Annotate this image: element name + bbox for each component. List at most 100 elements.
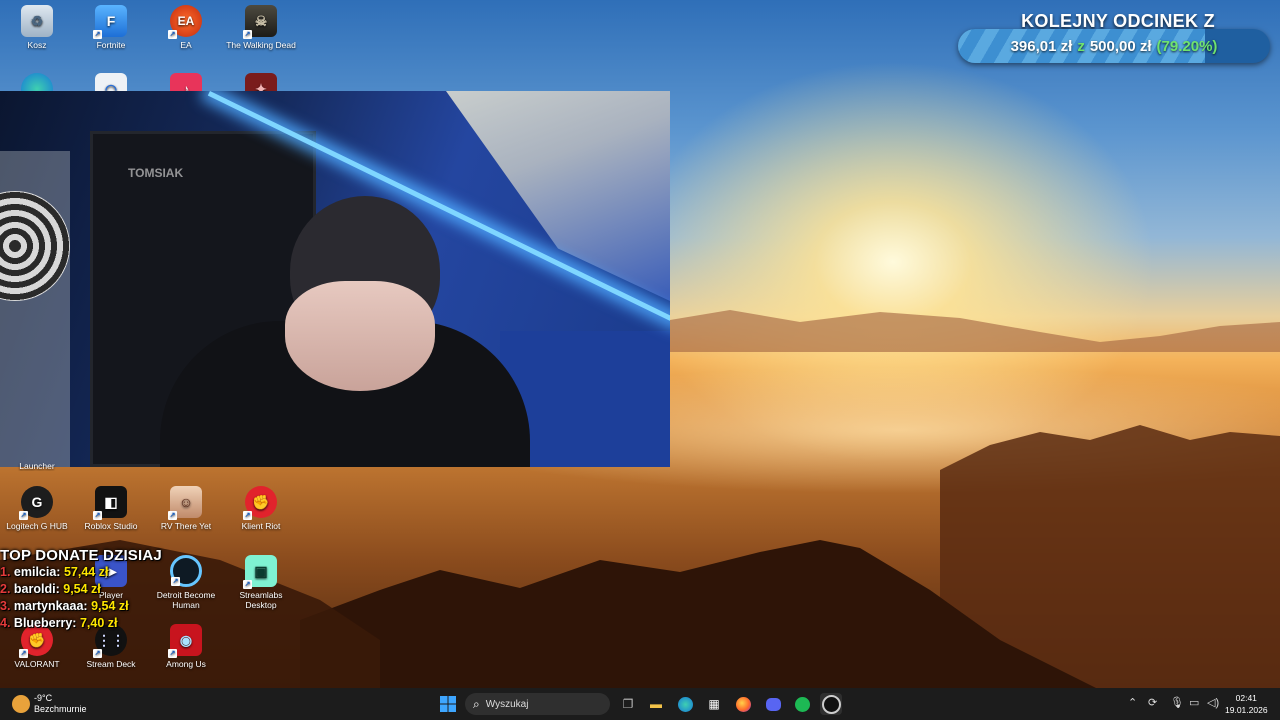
- desktop-icon-rocket-partial[interactable]: ◠: [74, 73, 148, 91]
- desktop-icon-label: Logitech G HUB: [6, 521, 68, 531]
- desktop-icon-roblox-studio[interactable]: ◧ ↗ Roblox Studio: [74, 486, 148, 531]
- desktop-icon-fortnite[interactable]: F ↗ Fortnite: [74, 5, 148, 50]
- desktop-icon-label: Fortnite: [96, 40, 126, 50]
- desktop-icon-label: Streamlabs Desktop: [239, 590, 283, 610]
- desktop-icon-ea[interactable]: EA ↗ EA: [149, 5, 223, 50]
- edge-button[interactable]: [674, 693, 696, 715]
- desktop-icon-label: Klient Riot: [241, 521, 281, 531]
- desktop-icon-label: EA: [180, 40, 192, 50]
- ea-icon: EA ↗: [168, 5, 202, 39]
- donate-rank: 4.: [0, 616, 11, 630]
- windows-start-icon: [440, 696, 456, 712]
- store-button[interactable]: ▦: [703, 693, 725, 715]
- donate-name: martynkaaa:: [13, 599, 88, 613]
- desktop-icon-tiktok-partial[interactable]: ♪: [149, 73, 223, 91]
- webcam-person-hands: [285, 281, 435, 391]
- tray-overflow-chevron-icon[interactable]: ⌃: [1128, 696, 1137, 709]
- goal-progress-bar: 396,01 zł z 500,00 zł (79.20%): [958, 29, 1270, 63]
- discord-icon: [765, 697, 781, 711]
- file-explorer-button[interactable]: ▬: [645, 693, 667, 715]
- obs-icon: [821, 694, 841, 714]
- task-view-icon: ❐: [622, 697, 634, 711]
- among-us-icon: ◉ ↗: [168, 624, 202, 658]
- desktop-icon-label: Stream Deck: [86, 659, 136, 669]
- taskbar-clock[interactable]: 02:41 19.01.2026: [1225, 692, 1268, 716]
- edge-icon: [21, 73, 53, 91]
- walking-dead-icon: ☠ ↗: [243, 5, 277, 39]
- edge-icon: [677, 696, 693, 712]
- obs-button[interactable]: [820, 693, 842, 715]
- donate-entry: 2. baroldi: 9,54 zł: [0, 581, 170, 598]
- game-icon: ✦: [245, 73, 277, 91]
- logitech-icon: G ↗: [19, 486, 53, 520]
- tray-volume-icon[interactable]: ◁): [1207, 696, 1219, 709]
- donate-entry: 3. martynkaaa: 9,54 zł: [0, 598, 170, 615]
- tray-network-icon[interactable]: ▭: [1189, 696, 1199, 709]
- desktop-icon-label: Launcher: [19, 461, 55, 471]
- webcam-overlay: TOMSIAK: [0, 91, 670, 467]
- goal-separator: z: [1077, 37, 1085, 55]
- desktop-icon-label: Among Us: [166, 659, 206, 669]
- roblox-studio-icon: ◧ ↗: [93, 486, 127, 520]
- donate-rank: 3.: [0, 599, 11, 613]
- donate-amount: 7,40 zł: [79, 616, 118, 630]
- spotify-icon: [794, 696, 810, 712]
- desktop-icon-label: VALORANT: [14, 659, 60, 669]
- tray-microphone-icon[interactable]: 🎙: [1170, 696, 1184, 709]
- taskbar: -9°C Bezchmurnie ⌕ Wyszukaj ❐ ▬ ▦ ⌃ ⟳ 🎙 …: [0, 688, 1280, 720]
- weather-temperature: -9°C: [34, 693, 53, 703]
- donate-amount: 57,44 zł: [63, 565, 109, 579]
- desktop-icon-riot-client[interactable]: ✊ ↗ Klient Riot: [224, 486, 298, 531]
- desktop-icon-game-partial[interactable]: ✦: [224, 73, 298, 91]
- search-placeholder: Wyszukaj: [485, 698, 529, 710]
- spotify-button[interactable]: [791, 693, 813, 715]
- discord-button[interactable]: [762, 693, 784, 715]
- search-icon: ⌕: [473, 696, 480, 711]
- desktop-icon-label: RV There Yet: [160, 521, 212, 531]
- store-icon: ▦: [708, 697, 720, 711]
- detroit-icon: ↗: [170, 555, 202, 587]
- firefox-button[interactable]: [732, 693, 754, 715]
- streamlabs-icon: ▣ ↗: [243, 555, 277, 589]
- donate-entry: 4. Blueberry: 7,40 zł: [0, 615, 170, 632]
- taskbar-search[interactable]: ⌕ Wyszukaj: [465, 693, 610, 715]
- start-button[interactable]: [437, 693, 459, 715]
- weather-moon-icon: [12, 695, 30, 713]
- file-explorer-icon: ▬: [650, 697, 662, 711]
- desktop-icon-edge-partial[interactable]: [0, 73, 74, 91]
- donate-rank: 1.: [0, 565, 11, 579]
- rocket-league-icon: ◠: [95, 73, 127, 91]
- riot-client-icon: ✊ ↗: [243, 486, 277, 520]
- recycle-bin-icon: ♻: [21, 5, 53, 37]
- donate-name: emilcia:: [13, 565, 61, 579]
- goal-target: 500,00 zł: [1089, 37, 1152, 55]
- shelf-label: TOMSIAK: [128, 166, 184, 180]
- donate-amount: 9,54 zł: [63, 582, 101, 596]
- desktop-icon-label: Kosz: [27, 40, 47, 50]
- desktop-icon-logitech[interactable]: G ↗ Logitech G HUB: [0, 486, 74, 531]
- weather-widget[interactable]: -9°C Bezchmurnie: [12, 693, 87, 715]
- weather-description: Bezchmurnie: [34, 704, 87, 714]
- top-donate-title: TOP DONATE DZISIAJ: [0, 547, 162, 564]
- rv-there-yet-icon: ☺ ↗: [168, 486, 202, 520]
- fortnite-icon: F ↗: [93, 5, 127, 39]
- task-view-button[interactable]: ❐: [617, 693, 639, 715]
- desktop-icon-label: The Walking Dead: [226, 40, 296, 50]
- clock-date: 19.01.2026: [1225, 705, 1268, 715]
- desktop-icon-rv-there-yet[interactable]: ☺ ↗ RV There Yet: [149, 486, 223, 531]
- desktop-icon-streamlabs[interactable]: ▣ ↗ Streamlabs Desktop: [224, 555, 298, 610]
- desktop-icon-launcher-partial[interactable]: Launcher: [0, 461, 74, 471]
- goal-current: 396,01 zł: [1010, 37, 1073, 55]
- desktop-icon-walking-dead[interactable]: ☠ ↗ The Walking Dead: [224, 5, 298, 50]
- top-donate-widget: TOP DONATE DZISIAJ 1. emilcia: 57,44 zł …: [0, 547, 170, 632]
- goal-percent: (79.20%): [1156, 37, 1218, 55]
- goal-amounts: 396,01 zł z 500,00 zł (79.20%): [958, 29, 1270, 63]
- donate-name: baroldi:: [13, 582, 60, 596]
- tray-sync-icon[interactable]: ⟳: [1148, 696, 1157, 709]
- desktop-icon-recycle-bin[interactable]: ♻ Kosz: [0, 5, 74, 50]
- desktop-icon-label: Roblox Studio: [84, 521, 138, 531]
- clock-time: 02:41: [1235, 693, 1257, 703]
- donate-rank: 2.: [0, 582, 11, 596]
- firefox-icon: [735, 696, 751, 712]
- donate-amount: 9,54 zł: [91, 599, 129, 613]
